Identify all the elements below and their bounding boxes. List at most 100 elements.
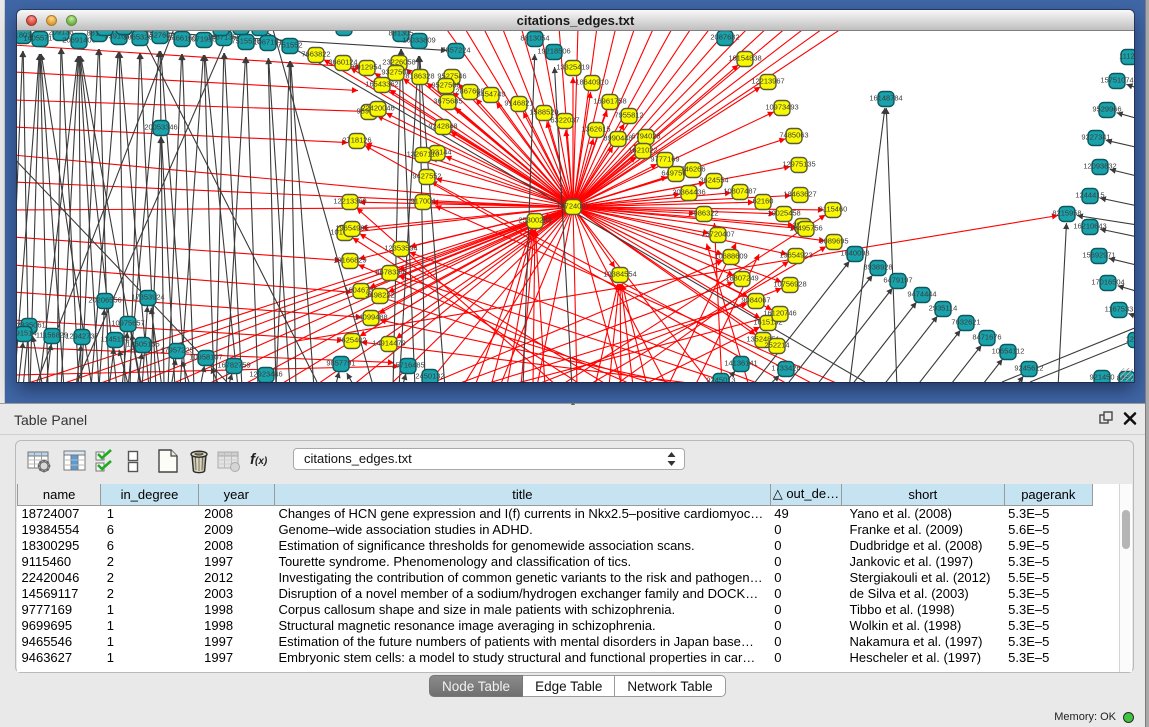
svg-text:7485063: 7485063 [779, 131, 808, 140]
svg-text:7986322: 7986322 [689, 209, 718, 218]
svg-text:746266: 746266 [680, 165, 705, 174]
svg-text:16120746: 16120746 [763, 309, 796, 318]
svg-text:12103: 12103 [1126, 335, 1134, 344]
svg-text:16210643: 16210643 [1073, 222, 1106, 231]
svg-text:10654112: 10654112 [992, 347, 1025, 356]
svg-text:9474444: 9474444 [907, 290, 936, 299]
svg-text:1362615: 1362615 [581, 125, 610, 134]
svg-text:8471676: 8471676 [972, 333, 1001, 342]
svg-text:7625402: 7625402 [337, 336, 366, 345]
svg-text:7632621: 7632621 [951, 318, 980, 327]
svg-text:6794028: 6794028 [631, 132, 660, 141]
svg-text:16148784: 16148784 [869, 94, 902, 103]
svg-text:8454749: 8454749 [476, 90, 505, 99]
svg-text:6322037: 6322037 [550, 116, 579, 125]
svg-text:10025458: 10025458 [767, 209, 800, 218]
svg-text:8813054: 8813054 [520, 34, 549, 43]
svg-text:8912954: 8912954 [352, 63, 381, 72]
svg-text:9427552: 9427552 [412, 172, 441, 181]
svg-text:14099488: 14099488 [354, 313, 387, 322]
svg-text:3624554: 3624554 [699, 176, 728, 185]
svg-text:16033809: 16033809 [402, 36, 435, 45]
svg-text:9089695: 9089695 [819, 237, 848, 246]
svg-text:9857791: 9857791 [326, 359, 355, 368]
svg-text:18807249: 18807249 [725, 274, 758, 283]
svg-text:15751074: 15751074 [1100, 76, 1133, 85]
svg-text:1244415: 1244415 [1075, 191, 1104, 200]
svg-text:16961758: 16961758 [593, 97, 626, 106]
svg-text:20206556: 20206556 [88, 296, 121, 305]
svg-text:16154838: 16154838 [728, 54, 761, 63]
svg-text:8215958: 8215958 [1052, 209, 1081, 218]
svg-text:15692971: 15692971 [1082, 251, 1115, 260]
svg-text:19218506: 19218506 [537, 47, 570, 56]
svg-text:1167533: 1167533 [1105, 305, 1134, 314]
svg-text:9084067: 9084067 [741, 296, 770, 305]
svg-text:20364436: 20364436 [672, 188, 705, 197]
svg-text:14136141: 14136141 [724, 359, 757, 368]
svg-text:1733426: 1733426 [771, 364, 800, 373]
svg-text:2935114: 2935114 [929, 304, 958, 313]
svg-text:9146821: 9146821 [504, 99, 533, 108]
svg-text:12923446: 12923446 [249, 370, 282, 379]
svg-text:2450132: 2450132 [415, 372, 444, 381]
svg-text:3498222: 3498222 [365, 291, 394, 300]
svg-text:751552: 751552 [277, 41, 302, 50]
svg-text:18724007: 18724007 [556, 202, 589, 211]
svg-text:12975135: 12975135 [782, 160, 815, 169]
svg-text:1145194: 1145194 [101, 335, 130, 344]
svg-text:12353594: 12353594 [384, 244, 417, 253]
svg-text:9227341: 9227341 [1081, 133, 1110, 142]
svg-text:12213369: 12213369 [333, 197, 366, 206]
svg-text:391514: 391514 [17, 329, 37, 338]
svg-text:19654985: 19654985 [335, 224, 368, 233]
svg-text:2718126: 2718126 [342, 136, 371, 145]
svg-text:8678334: 8678334 [375, 268, 404, 277]
svg-text:12093832: 12093832 [1083, 162, 1116, 171]
svg-text:20053346: 20053346 [144, 123, 177, 132]
svg-text:19384554: 19384554 [603, 270, 636, 279]
svg-text:2087682: 2087682 [710, 33, 739, 42]
svg-text:12942737: 12942737 [65, 332, 98, 341]
svg-text:3675685: 3675685 [433, 97, 462, 106]
svg-text:6479197: 6479197 [883, 276, 912, 285]
svg-text:1640093: 1640093 [840, 249, 869, 258]
svg-text:15716485: 15716485 [391, 361, 424, 370]
svg-text:17353924: 17353924 [131, 293, 164, 302]
svg-text:10688609: 10688609 [714, 252, 747, 261]
svg-text:13325419: 13325419 [556, 63, 589, 72]
svg-text:17016504: 17016504 [1091, 278, 1124, 287]
svg-text:9529966: 9529966 [1092, 105, 1121, 114]
svg-text:16543362: 16543362 [365, 80, 398, 89]
svg-text:14914479: 14914479 [372, 339, 405, 348]
svg-text:10975657: 10975657 [111, 319, 144, 328]
svg-text:7857224: 7857224 [441, 46, 470, 55]
svg-text:15720407: 15720407 [701, 230, 734, 239]
svg-text:917004: 917004 [410, 197, 435, 206]
svg-text:11121: 11121 [1119, 52, 1134, 61]
svg-text:9245612: 9245612 [1014, 364, 1043, 373]
svg-text:9242848: 9242848 [428, 122, 457, 131]
svg-text:7955812: 7955812 [614, 111, 643, 120]
svg-text:10807487: 10807487 [723, 187, 756, 196]
svg-text:8938928: 8938928 [863, 263, 892, 272]
svg-text:921450: 921450 [1089, 373, 1114, 382]
svg-text:9245013: 9245013 [706, 376, 735, 383]
svg-text:1621022: 1621022 [628, 146, 657, 155]
svg-text:19654923: 19654923 [779, 251, 812, 260]
svg-text:13267110: 13267110 [407, 150, 440, 159]
svg-text:12505135: 12505135 [126, 340, 159, 349]
svg-text:7663822: 7663822 [301, 50, 330, 59]
svg-text:16782759: 16782759 [217, 361, 250, 370]
svg-text:25300293: 25300293 [518, 216, 551, 225]
svg-text:12213967: 12213967 [751, 77, 784, 86]
svg-text:8186328: 8186328 [405, 72, 434, 81]
svg-text:18495756: 18495756 [789, 224, 822, 233]
svg-text:19166829: 19166829 [333, 256, 366, 265]
svg-text:9777169: 9777169 [650, 155, 679, 164]
svg-text:11156829: 11156829 [36, 331, 68, 340]
svg-text:252214: 252214 [764, 341, 789, 350]
svg-text:22420046: 22420046 [361, 104, 394, 113]
svg-text:18640910: 18640910 [575, 78, 608, 87]
svg-text:62160: 62160 [753, 197, 774, 206]
